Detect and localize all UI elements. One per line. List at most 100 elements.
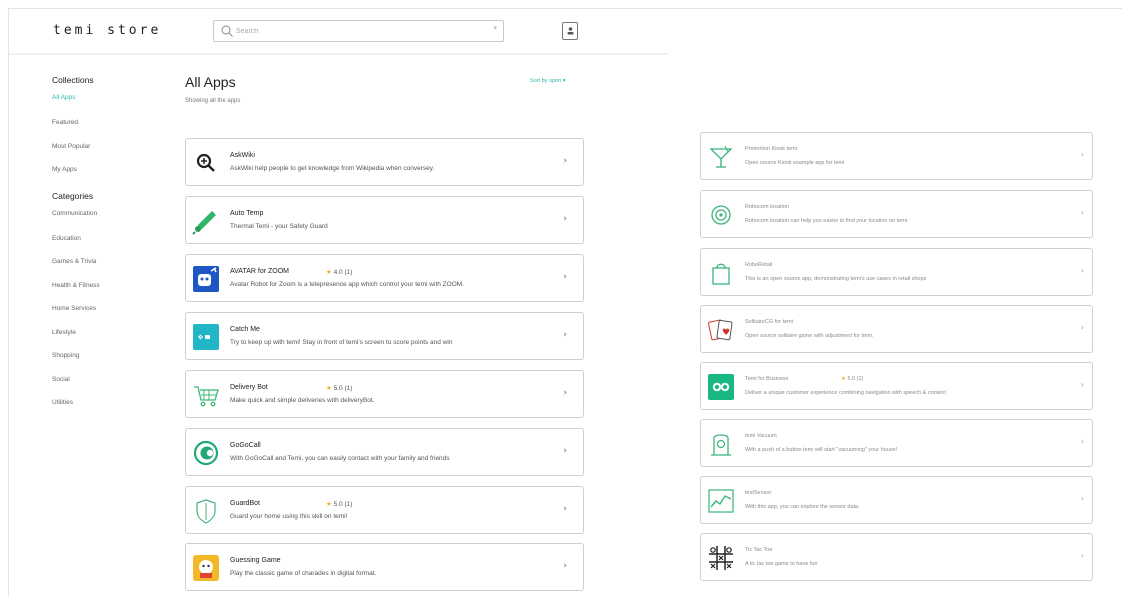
app-card-testsensor[interactable]: testSensor With this app, you can explor… <box>700 476 1093 524</box>
guessing-game-icon <box>193 555 219 581</box>
app-name: Robocom location <box>745 204 790 210</box>
app-description: Robocom location can help you easier to … <box>745 218 908 224</box>
app-card-catch-me[interactable]: Catch Me Try to keep up with temi! Stay … <box>185 312 584 360</box>
sidebar-item-communication[interactable]: Communication <box>52 207 172 227</box>
sidebar-item-lifestyle[interactable]: Lifestyle <box>52 321 172 345</box>
sidebar-item-social[interactable]: Social <box>52 368 172 392</box>
app-description: This is an open source app, demonstratin… <box>745 276 927 282</box>
collections-heading: Collections <box>52 75 94 85</box>
app-card-askwiki[interactable]: AskWiki AskWiki help people to get knowl… <box>185 138 584 186</box>
app-card-guessing-game[interactable]: Guessing Game Play the classic game of c… <box>185 543 584 591</box>
app-name: GoGoCall <box>230 442 261 449</box>
chevron-right-icon: › <box>563 156 567 166</box>
sort-dropdown[interactable]: Sort by upon ▾ <box>530 78 565 84</box>
app-name: Promotion Kiosk temi <box>745 146 797 152</box>
app-name: SolitaireCG for temi <box>745 319 793 325</box>
shield-icon <box>196 499 216 524</box>
chevron-right-icon: › <box>1080 323 1084 332</box>
app-card-guardbot[interactable]: GuardBot ★ 5.0 (1) Guard your home using… <box>185 486 584 534</box>
search-input[interactable] <box>236 23 486 39</box>
app-card-avatar-for-zoom[interactable]: AVATAR for ZOOM ★ 4.0 (1) Avatar Robot f… <box>185 254 584 302</box>
star-icon: ★ <box>326 501 332 508</box>
app-name: AVATAR for ZOOM <box>230 268 289 275</box>
svg-text:♥: ♥ <box>722 328 730 338</box>
chevron-right-icon: › <box>563 214 567 224</box>
window-left-border <box>8 8 9 596</box>
sensor-chart-icon <box>708 489 734 513</box>
gogocall-icon <box>193 440 219 466</box>
page-subtitle: Showing all the apps <box>185 98 241 104</box>
chevron-right-icon: › <box>1080 437 1084 446</box>
store-logo[interactable]: temi store <box>53 23 161 38</box>
app-description: Thermal Temi - your Safety Guard <box>230 223 328 230</box>
app-card-roboretail[interactable]: RoboRetail This is an open source app, d… <box>700 248 1093 296</box>
catch-me-icon <box>193 324 219 350</box>
sidebar-item-utilities[interactable]: Utilities <box>52 391 172 415</box>
sidebar-item-shopping[interactable]: Shopping <box>52 344 172 368</box>
app-name: Tic Tac Toe <box>745 547 773 553</box>
cocktail-icon <box>709 145 733 168</box>
search-plus-icon <box>196 153 215 172</box>
chevron-right-icon: › <box>1080 150 1084 159</box>
chevron-right-icon: › <box>563 272 567 282</box>
app-rating: ★ 5.0 (1) <box>326 500 352 508</box>
app-description: Deliver a unique customer experience com… <box>745 390 946 396</box>
app-card-temi-vacuum[interactable]: temi Vacuum With a push of a button temi… <box>700 419 1093 467</box>
thermometer-icon <box>192 211 216 235</box>
search-box[interactable]: ▾ <box>213 20 504 42</box>
app-card-delivery-bot[interactable]: Delivery Bot ★ 5.0 (1) Make quick and si… <box>185 370 584 418</box>
user-icon <box>567 27 574 35</box>
chevron-right-icon: › <box>1080 208 1084 217</box>
app-card-promotion-kiosk[interactable]: Promotion Kiosk temi Open source Kiosk e… <box>700 132 1093 180</box>
app-name: Guessing Game <box>230 557 281 564</box>
temi-business-icon <box>708 374 734 400</box>
app-name: Catch Me <box>230 326 260 333</box>
star-icon: ★ <box>326 385 332 392</box>
chevron-right-icon: › <box>563 504 567 514</box>
chevron-right-icon: › <box>1080 551 1084 560</box>
sidebar-item-my-apps[interactable]: My Apps <box>52 158 172 182</box>
app-card-solitairecg[interactable]: ♥ SolitaireCG for temi Open source solit… <box>700 305 1093 353</box>
account-button[interactable] <box>562 22 578 40</box>
app-card-robocom-location[interactable]: Robocom location Robocom location can he… <box>700 190 1093 238</box>
sidebar-item-featured[interactable]: Featured <box>52 111 172 135</box>
star-icon: ★ <box>326 269 332 276</box>
app-card-gogocall[interactable]: GoGoCall With GoGoCall and Temi, you can… <box>185 428 584 476</box>
sidebar-item-all-apps[interactable]: All Apps <box>52 91 172 111</box>
page-title: All Apps <box>185 74 236 90</box>
chevron-right-icon: › <box>563 446 567 456</box>
rating-value: 5.0 (1) <box>847 376 864 382</box>
app-description: With a push of a button temi will start … <box>745 447 898 453</box>
chevron-right-icon: › <box>563 561 567 571</box>
sidebar-item-most-popular[interactable]: Most Popular <box>52 135 172 159</box>
app-rating: ★ 4.0 (1) <box>326 268 352 276</box>
app-name: Delivery Bot <box>230 384 268 391</box>
sidebar-item-education[interactable]: Education <box>52 227 172 251</box>
sidebar-item-health-fitness[interactable]: Health & Fitness <box>52 274 172 298</box>
app-description: Try to keep up with temi! Stay in front … <box>230 339 453 346</box>
rating-value: 5.0 (1) <box>333 501 353 508</box>
app-description: Play the classic game of charades in dig… <box>230 570 377 577</box>
avatar-zoom-icon <box>193 266 219 292</box>
app-description: Guard your home using this skill on temi… <box>230 513 348 520</box>
categories-heading: Categories <box>52 190 94 201</box>
top-bar: temi store ▾ <box>9 9 669 55</box>
app-card-temi-for-business[interactable]: Temi for Business ★ 5.0 (1) Deliver a un… <box>700 362 1093 410</box>
chevron-right-icon: › <box>1080 494 1084 503</box>
star-icon: ★ <box>841 376 846 382</box>
app-name: Auto Temp <box>230 210 264 217</box>
app-card-tic-tac-toe[interactable]: Tic Tac Toe A tic tac toe game to have f… <box>700 533 1093 581</box>
search-icon <box>221 25 233 37</box>
app-description: AskWiki help people to get knowledge fro… <box>230 165 435 172</box>
search-dropdown-icon[interactable]: ▾ <box>493 24 497 32</box>
sidebar-item-home-services[interactable]: Home Services <box>52 297 172 321</box>
sidebar-item-games-trivia[interactable]: Games & Trivia <box>52 250 172 274</box>
app-description: Avatar Robot for Zoom is a telepresence … <box>230 281 464 288</box>
rating-value: 4.0 (1) <box>333 269 353 276</box>
app-card-auto-temp[interactable]: Auto Temp Thermal Temi - your Safety Gua… <box>185 196 584 244</box>
chevron-right-icon: › <box>563 330 567 340</box>
app-description: With GoGoCall and Temi, you can easily c… <box>230 455 450 462</box>
delivery-cart-icon <box>194 386 219 407</box>
app-name: RoboRetail <box>745 262 773 268</box>
playing-cards-icon: ♥ <box>708 319 733 341</box>
